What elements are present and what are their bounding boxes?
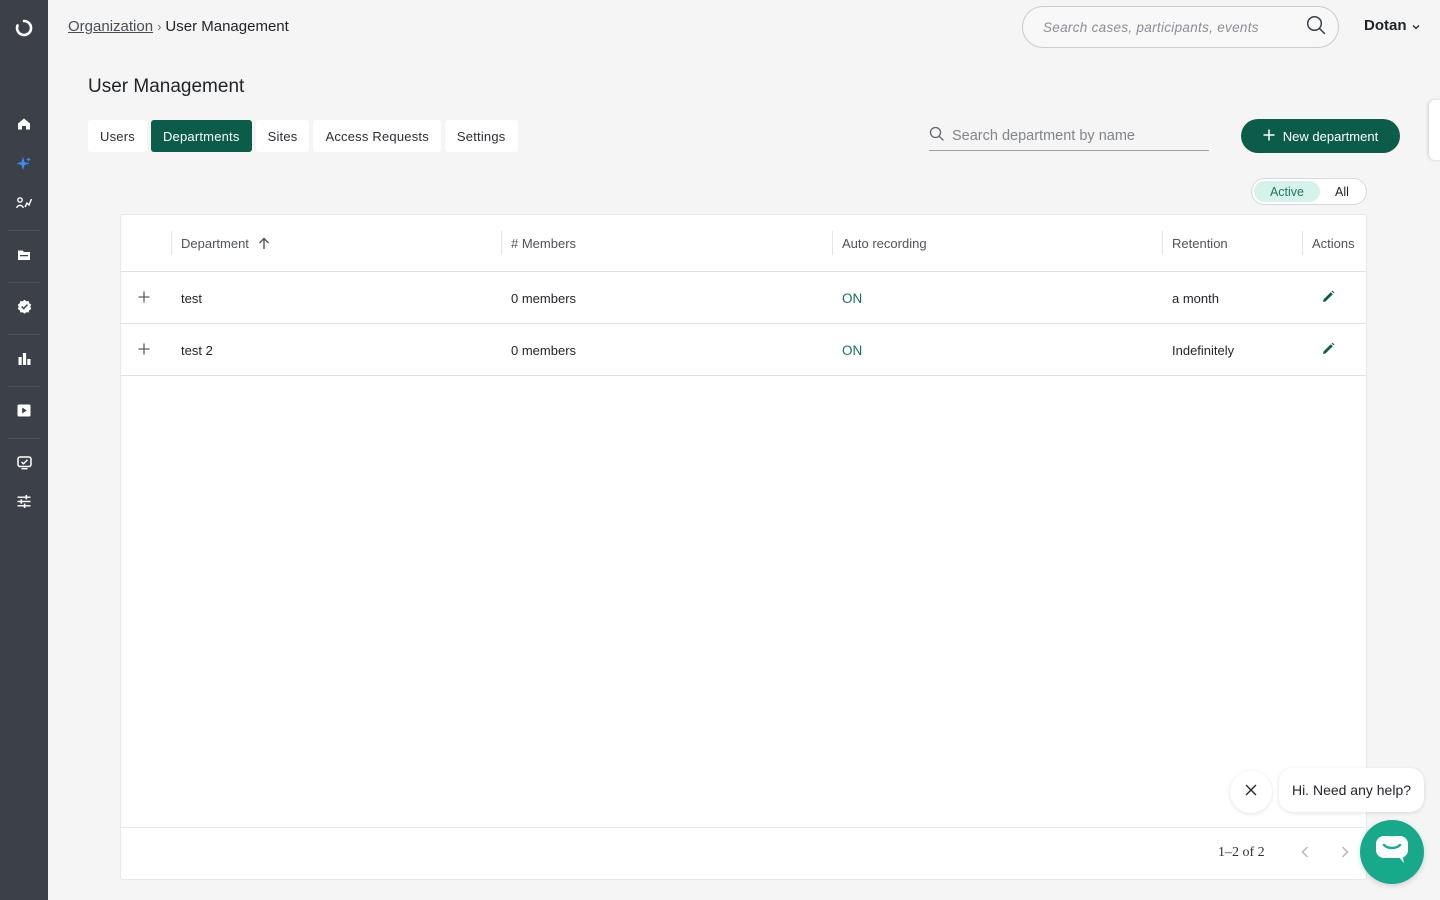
breadcrumb-current: User Management xyxy=(165,18,289,35)
people-chart-icon xyxy=(16,196,33,215)
pencil-icon xyxy=(1321,290,1335,307)
column-header-actions: Actions xyxy=(1312,235,1355,251)
table-row[interactable]: test 0 members ON a month xyxy=(121,272,1366,324)
pencil-icon xyxy=(1321,342,1335,359)
retention-value: a month xyxy=(1172,290,1219,306)
top-bar: Organization › User Management Dotan xyxy=(48,0,1440,56)
department-search-input[interactable] xyxy=(952,128,1209,144)
search-icon[interactable] xyxy=(1306,15,1326,40)
expand-row-button[interactable] xyxy=(138,324,150,376)
app-logo-icon[interactable] xyxy=(14,18,34,38)
play-icon xyxy=(17,404,31,422)
status-filter-toggle: Active All xyxy=(1251,178,1367,205)
sidebar-item-monitor[interactable] xyxy=(10,451,38,479)
chevron-down-icon xyxy=(1412,17,1420,34)
chat-icon xyxy=(1376,835,1408,869)
sidebar-item-compliance[interactable] xyxy=(10,295,38,323)
auto-recording-status: ON xyxy=(842,342,863,358)
column-header-members[interactable]: # Members xyxy=(501,215,831,271)
sidebar xyxy=(0,0,48,900)
column-header-auto-recording[interactable]: Auto recording xyxy=(832,215,1162,271)
chevron-right-icon xyxy=(1341,845,1349,863)
chat-launcher-button[interactable] xyxy=(1360,820,1424,884)
breadcrumb-organization-link[interactable]: Organization xyxy=(68,18,153,35)
sidebar-divider xyxy=(8,386,40,387)
filter-all-option[interactable]: All xyxy=(1320,181,1364,202)
sidebar-item-settings[interactable] xyxy=(10,490,38,518)
plus-icon xyxy=(138,343,150,358)
user-menu[interactable]: Dotan xyxy=(1364,17,1420,34)
table-header: Department # Members Auto recording Rete… xyxy=(121,215,1366,272)
sliders-icon xyxy=(17,495,31,513)
sidebar-divider xyxy=(8,230,40,231)
search-icon xyxy=(929,126,944,146)
sidebar-item-cases[interactable] xyxy=(10,243,38,271)
global-search-input[interactable] xyxy=(1043,19,1306,35)
department-name: test xyxy=(181,290,202,306)
new-department-label: New department xyxy=(1282,128,1379,144)
chat-greeting[interactable]: Hi. Need any help? xyxy=(1279,768,1424,812)
department-name: test 2 xyxy=(181,342,213,358)
side-panel-handle[interactable] xyxy=(1429,100,1440,160)
column-header-label: Department xyxy=(181,235,249,251)
sidebar-item-analytics[interactable] xyxy=(10,191,38,219)
members-count: 0 members xyxy=(511,290,577,306)
chevron-left-icon xyxy=(1301,845,1309,863)
new-department-button[interactable]: New department xyxy=(1241,119,1400,153)
breadcrumb-separator: › xyxy=(157,19,162,34)
tab-users[interactable]: Users xyxy=(88,120,147,152)
auto-recording-status: ON xyxy=(842,290,863,306)
tab-sites[interactable]: Sites xyxy=(255,120,310,152)
user-name: Dotan xyxy=(1364,17,1407,34)
pagination-info: 1–2 of 2 xyxy=(1218,845,1265,860)
tab-departments[interactable]: Departments xyxy=(150,120,252,152)
chat-dismiss-button[interactable] xyxy=(1230,771,1272,813)
page-title: User Management xyxy=(88,76,245,97)
edit-button[interactable] xyxy=(1321,272,1335,324)
folder-icon xyxy=(17,248,31,266)
sidebar-divider xyxy=(8,438,40,439)
departments-table: Department # Members Auto recording Rete… xyxy=(120,214,1367,880)
breadcrumb: Organization › User Management xyxy=(68,18,289,35)
expand-row-button[interactable] xyxy=(138,272,150,324)
table-footer: 1–2 of 2 xyxy=(121,827,1366,880)
column-header-department[interactable]: Department xyxy=(171,215,501,271)
sidebar-item-media[interactable] xyxy=(10,399,38,427)
sidebar-divider xyxy=(8,334,40,335)
plus-icon xyxy=(1263,129,1275,144)
plus-icon xyxy=(138,291,150,306)
next-page-button[interactable] xyxy=(1333,842,1357,866)
badge-check-icon xyxy=(17,299,32,319)
sidebar-item-reports[interactable] xyxy=(10,347,38,375)
sort-ascending-icon[interactable] xyxy=(258,237,270,250)
edit-button[interactable] xyxy=(1321,324,1335,376)
tab-settings[interactable]: Settings xyxy=(444,120,518,152)
sidebar-item-ai[interactable] xyxy=(10,152,38,180)
retention-value: Indefinitely xyxy=(1172,342,1235,358)
bar-chart-icon xyxy=(18,352,31,370)
monitor-icon xyxy=(16,455,32,475)
sparkle-icon xyxy=(16,156,32,177)
global-search xyxy=(1022,6,1339,48)
column-header-retention[interactable]: Retention xyxy=(1162,215,1302,271)
sidebar-item-home[interactable] xyxy=(10,112,38,140)
table-row[interactable]: test 2 0 members ON Indefinitely xyxy=(121,324,1366,376)
filter-active-option[interactable]: Active xyxy=(1254,181,1320,202)
tab-bar: Users Departments Sites Access Requests … xyxy=(88,120,518,152)
department-search xyxy=(929,122,1209,151)
tab-access-requests[interactable]: Access Requests xyxy=(313,120,441,152)
home-icon xyxy=(17,117,31,136)
members-count: 0 members xyxy=(511,342,577,358)
previous-page-button[interactable] xyxy=(1293,842,1317,866)
close-icon xyxy=(1245,783,1257,801)
sidebar-divider xyxy=(8,282,40,283)
